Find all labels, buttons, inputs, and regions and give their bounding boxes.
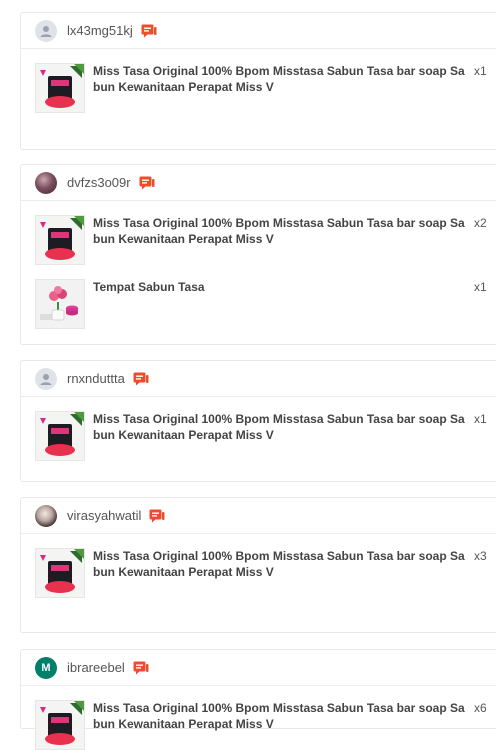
soap-product-image (35, 411, 85, 461)
default-user-icon (40, 373, 52, 385)
product-quantity: x6 (474, 701, 487, 715)
order-card: rnxnduttta Miss Tasa Original 100% Bpom … (20, 360, 496, 482)
product-name: Miss Tasa Original 100% Bpom Misstasa Sa… (93, 216, 465, 246)
username[interactable]: rnxnduttta (67, 371, 125, 386)
product-quantity: x1 (474, 412, 487, 426)
soap-product-image (35, 700, 85, 750)
product-row[interactable]: Miss Tasa Original 100% Bpom Misstasa Sa… (35, 700, 495, 750)
order-card: lx43mg51kj Miss Tasa Original 100% Bpom … (20, 12, 496, 150)
soap-product-image (35, 548, 85, 598)
order-header: virasyahwatil (21, 498, 496, 534)
product-name: Tempat Sabun Tasa (93, 280, 205, 294)
chat-icon[interactable] (133, 661, 149, 675)
default-user-icon (40, 25, 52, 37)
soap-product-image (35, 63, 85, 113)
avatar[interactable] (35, 504, 57, 527)
avatar[interactable] (35, 367, 57, 390)
order-card: M ibrareebel Miss Tasa Original 100% Bpo… (20, 649, 496, 750)
avatar[interactable]: M (35, 656, 57, 679)
product-name: Miss Tasa Original 100% Bpom Misstasa Sa… (93, 701, 465, 731)
username[interactable]: virasyahwatil (67, 508, 141, 523)
order-header: M ibrareebel (21, 650, 496, 686)
product-name: Miss Tasa Original 100% Bpom Misstasa Sa… (93, 549, 465, 579)
avatar[interactable] (35, 19, 57, 42)
chat-icon[interactable] (139, 176, 155, 190)
chat-icon[interactable] (149, 509, 165, 523)
product-name: Miss Tasa Original 100% Bpom Misstasa Sa… (93, 412, 465, 442)
username[interactable]: dvfzs3o09r (67, 175, 131, 190)
chat-icon[interactable] (141, 24, 157, 38)
product-quantity: x1 (474, 64, 487, 78)
soap-product-image (35, 215, 85, 265)
product-row[interactable]: Miss Tasa Original 100% Bpom Misstasa Sa… (35, 215, 495, 265)
order-card: virasyahwatil Miss Tasa Original 100% Bp… (20, 497, 496, 633)
product-row[interactable]: Miss Tasa Original 100% Bpom Misstasa Sa… (35, 63, 495, 113)
product-quantity: x1 (474, 280, 487, 294)
username[interactable]: lx43mg51kj (67, 23, 133, 38)
order-card: dvfzs3o09r Miss Tasa Original 100% Bpom … (20, 164, 496, 345)
product-row[interactable]: Miss Tasa Original 100% Bpom Misstasa Sa… (35, 548, 495, 598)
product-quantity: x3 (474, 549, 487, 563)
order-header: rnxnduttta (21, 361, 496, 397)
chat-icon[interactable] (133, 372, 149, 386)
order-header: dvfzs3o09r (21, 165, 496, 201)
avatar[interactable] (35, 171, 57, 194)
order-header: lx43mg51kj (21, 13, 496, 49)
product-row[interactable]: Tempat Sabun Tasa x1 (35, 279, 495, 329)
product-name: Miss Tasa Original 100% Bpom Misstasa Sa… (93, 64, 465, 94)
soap-holder-image (35, 279, 85, 329)
product-row[interactable]: Miss Tasa Original 100% Bpom Misstasa Sa… (35, 411, 495, 461)
product-quantity: x2 (474, 216, 487, 230)
username[interactable]: ibrareebel (67, 660, 125, 675)
